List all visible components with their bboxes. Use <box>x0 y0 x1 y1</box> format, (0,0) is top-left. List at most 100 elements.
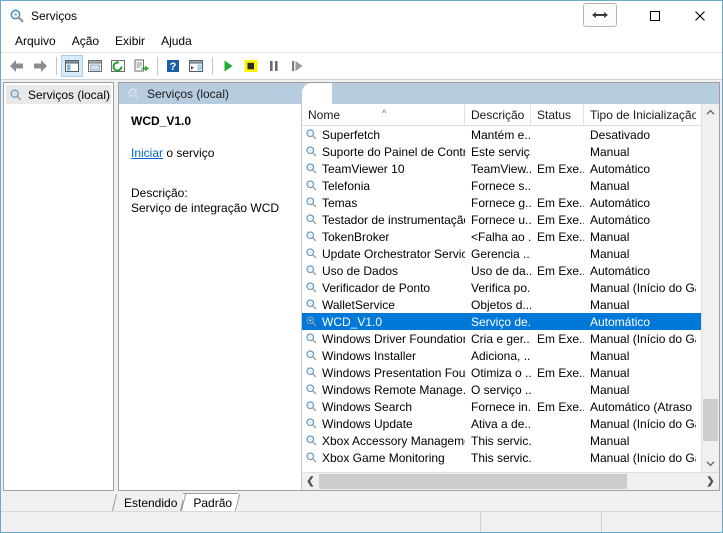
forward-icon[interactable] <box>29 55 51 77</box>
service-details-panel: WCD_V1.0 Iniciar o serviço Descrição: Se… <box>119 104 302 490</box>
cell-nome: Uso de Dados <box>302 264 465 278</box>
scroll-down-button[interactable] <box>702 455 719 472</box>
table-row[interactable]: Suporte do Painel de Contr... Este serviç… <box>302 143 701 160</box>
list-header: Nome ^ Descrição Status Tipo de Iniciali… <box>302 104 701 126</box>
cell-nome: Telefonia <box>302 179 465 193</box>
refresh-icon[interactable] <box>107 55 129 77</box>
vertical-scroll-track[interactable] <box>702 121 719 455</box>
pane-header-label: Serviços (local) <box>147 86 230 101</box>
horizontal-scrollbar[interactable]: ❮ ❯ <box>302 472 719 490</box>
cell-nome-label: WalletService <box>322 297 395 312</box>
table-row[interactable]: Windows Remote Manage... O serviço ... Man… <box>302 381 701 398</box>
service-gear-icon <box>305 332 318 345</box>
table-row[interactable]: Xbox Game Monitoring This servic... Manual… <box>302 449 701 466</box>
table-row[interactable]: Windows Search Fornece in... Em Exe... Auto… <box>302 398 701 415</box>
tab-padrao[interactable]: Padrão <box>183 493 239 511</box>
list-area: Nome ^ Descrição Status Tipo de Iniciali… <box>302 104 719 472</box>
description-text: Serviço de integração WCD <box>131 201 280 215</box>
cell-nome: Superfetch <box>302 128 465 142</box>
vertical-scroll-thumb[interactable] <box>703 399 718 441</box>
show-hide-console-tree-icon[interactable] <box>61 55 83 77</box>
cell-nome: Temas <box>302 196 465 210</box>
table-row[interactable]: Verificador de Ponto Verifica po... Manual… <box>302 279 701 296</box>
table-row[interactable]: TeamViewer 10 TeamView... Em Exe... Automát… <box>302 160 701 177</box>
scroll-left-button[interactable]: ❮ <box>302 473 319 490</box>
cell-nome-label: Suporte do Painel de Contr... <box>322 144 465 159</box>
cell-nome: Windows Update <box>302 417 465 431</box>
cell-description: Este serviç... <box>471 144 531 159</box>
vertical-scrollbar[interactable] <box>701 104 719 472</box>
scroll-up-button[interactable] <box>702 104 719 121</box>
maximize-button[interactable] <box>632 1 677 30</box>
service-gear-icon <box>305 247 318 260</box>
service-action-line: Iniciar o serviço <box>131 146 293 160</box>
cell-status: Em Exe... <box>537 365 584 380</box>
cell-description: Otimiza o ... <box>471 365 531 380</box>
menu-ajuda[interactable]: Ajuda <box>153 32 200 50</box>
cell-startup: Manual <box>590 433 630 448</box>
status-bar <box>1 511 722 532</box>
pane-header: Serviços (local) <box>119 83 719 104</box>
window-title: Serviços <box>31 8 78 23</box>
status-segment-3 <box>601 512 722 532</box>
service-gear-icon <box>305 196 318 209</box>
horizontal-scroll-thumb[interactable] <box>319 474 627 489</box>
table-row[interactable]: Xbox Accessory Manageme... This servic...… <box>302 432 701 449</box>
console-tree-pane: Serviços (local) <box>3 82 114 491</box>
pause-service-icon[interactable] <box>263 55 285 77</box>
table-row[interactable]: TokenBroker <Falha ao ... Em Exe... Manual <box>302 228 701 245</box>
close-button[interactable] <box>677 1 722 30</box>
properties-icon[interactable] <box>84 55 106 77</box>
cell-description: Fornece in... <box>471 399 531 414</box>
menu-exibir[interactable]: Exibir <box>107 32 153 50</box>
table-row[interactable]: Update Orchestrator Service Gerencia ... M… <box>302 245 701 262</box>
column-header-tipo-inicializacao[interactable]: Tipo de Inicialização <box>584 104 696 125</box>
cell-description: Uso de da... <box>471 263 531 278</box>
back-icon[interactable] <box>6 55 28 77</box>
start-service-icon[interactable] <box>217 55 239 77</box>
horizontal-scroll-track[interactable] <box>319 473 702 490</box>
tab-estendido[interactable]: Estendido <box>114 494 184 511</box>
table-row[interactable]: Windows Update Ativa a de... Manual (Iníci… <box>302 415 701 432</box>
table-row[interactable]: Windows Installer Adiciona, ... Manual <box>302 347 701 364</box>
stop-service-icon[interactable] <box>240 55 262 77</box>
table-row[interactable]: WCD_V1.0 Serviço de... Automático <box>302 313 701 330</box>
column-header-nome[interactable]: Nome ^ <box>302 104 465 125</box>
table-row[interactable]: Telefonia Fornece s... Manual <box>302 177 701 194</box>
menu-acao[interactable]: Ação <box>64 32 107 50</box>
cell-startup: Automático <box>590 314 651 329</box>
cell-startup: Automático <box>590 161 651 176</box>
menu-arquivo[interactable]: Arquivo <box>7 32 64 50</box>
results-pane: Serviços (local) WCD_V1.0 Iniciar o serv… <box>118 82 720 491</box>
cell-status: Em Exe... <box>537 212 584 227</box>
table-row[interactable]: Superfetch Mantém e... Desativado <box>302 126 701 143</box>
table-row[interactable]: Testador de instrumentação... Fornece u..… <box>302 211 701 228</box>
show-hide-action-pane-icon[interactable] <box>185 55 207 77</box>
cell-nome: WCD_V1.0 <box>302 315 465 329</box>
start-service-link[interactable]: Iniciar <box>131 146 163 160</box>
table-row[interactable]: Windows Driver Foundation... Cria e ger..… <box>302 330 701 347</box>
table-row[interactable]: Windows Presentation Fou... Otimiza o ...… <box>302 364 701 381</box>
service-gear-icon <box>305 298 318 311</box>
table-row[interactable]: WalletService Objetos d... Manual <box>302 296 701 313</box>
export-list-icon[interactable] <box>130 55 152 77</box>
tree-item-services-local[interactable]: Serviços (local) <box>6 85 111 104</box>
restart-service-icon[interactable] <box>286 55 308 77</box>
help-icon[interactable]: ? <box>162 55 184 77</box>
cell-nome: Testador de instrumentação... <box>302 213 465 227</box>
column-header-status[interactable]: Status <box>531 104 584 125</box>
service-gear-icon <box>305 264 318 277</box>
cell-description: Fornece g... <box>471 195 531 210</box>
cell-description: Ativa a de... <box>471 416 531 431</box>
service-gear-icon <box>305 434 318 447</box>
table-row[interactable]: Uso de Dados Uso de da... Em Exe... Automát… <box>302 262 701 279</box>
cell-description: <Falha ao ... <box>471 229 531 244</box>
table-row[interactable]: Temas Fornece g... Em Exe... Automático <box>302 194 701 211</box>
svg-text:?: ? <box>170 61 177 73</box>
cell-description: Adiciona, ... <box>471 348 531 363</box>
column-header-descricao[interactable]: Descrição <box>465 104 531 125</box>
cell-nome: Windows Remote Manage... <box>302 383 465 397</box>
services-list-rows: Superfetch Mantém e... Desativado Suporte d… <box>302 126 701 472</box>
sort-ascending-icon: ^ <box>382 108 387 118</box>
scroll-right-button[interactable]: ❯ <box>702 473 719 490</box>
